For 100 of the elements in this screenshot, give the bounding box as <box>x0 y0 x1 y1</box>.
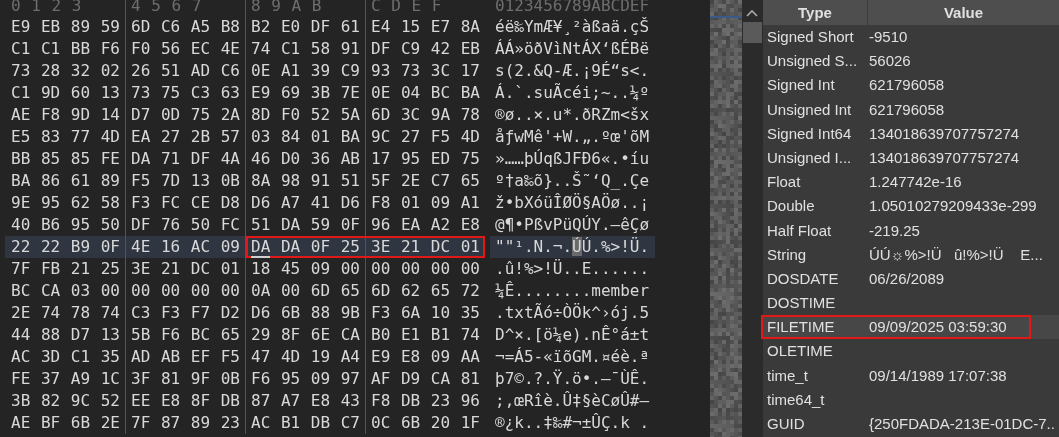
inspector-row[interactable]: Signed Int64 134018639707757274 <box>763 121 1059 146</box>
hex-bytes: EA 27 2B 57 <box>125 126 245 148</box>
hex-row[interactable]: 3B 82 9C 52 EE E8 8F DB 87 A7 E8 43 F8 DB 23 96 ;‚œRîè.Û‡§èCøÛ#– <box>0 390 710 412</box>
hex-row[interactable]: C1 C1 BB F6 F0 56 EC 4E 74 C1 58 91 DF C9 42 EB ÁÁ»öðVìNtÁX‘ßÉBë <box>0 38 710 60</box>
hex-bytes: 73 28 32 02 <box>10 60 121 82</box>
scrollbar[interactable] <box>742 0 762 437</box>
hex-row[interactable]: 44 88 D7 13 5B F6 BC 65 29 8F 6E CA B0 E1 B1 74 D^×.[ö¼e).nÊ°á±t <box>0 324 710 346</box>
scroll-up-icon[interactable] <box>746 9 758 17</box>
hex-bytes: 17 95 ED 75 <box>365 148 485 170</box>
hex-row[interactable]: 9E 95 62 58 F3 FC CE D8 D6 A7 41 D6 F8 01 09 A1 ž•bXóüÎØÖ§AÖø..¡ <box>0 192 710 214</box>
type-label: Signed Int <box>766 75 836 96</box>
value-text: 134018639707757274 <box>868 123 1020 144</box>
column-header: 4 5 6 7 <box>131 0 202 15</box>
hex-row[interactable]: E5 83 77 4D EA 27 2B 57 03 84 01 BA 9C 27 F5 4D åƒwMê'+W.„.ºœ'õM <box>0 126 710 148</box>
column-header[interactable]: Value <box>868 0 1059 25</box>
inspector-row[interactable]: Unsigned I... 134018639707757274 <box>763 145 1059 171</box>
hex-row[interactable]: BB 85 85 FE DA 71 DF 4A 46 D0 36 AB 17 95 ED 75 »……þÚqßJFÐ6«.•íu <box>0 148 710 170</box>
hex-bytes: AE BF 6B 2E <box>10 412 121 434</box>
hex-row[interactable]: AE F8 9D 14 D7 0D 75 2A 8D F0 52 5A 6D 3C 9A 78 ®ø..×.u*.ðRZm<šx <box>0 104 710 126</box>
type-label: time_t <box>766 365 809 386</box>
hex-bytes: 0C 6B 20 1F <box>365 412 485 434</box>
type-label: Unsigned Int <box>766 99 853 120</box>
hex-row[interactable]: 7F FB 21 25 3E 21 DC 01 18 45 09 00 00 00 00 00 .û!%>!Ü..E...... <box>0 258 710 280</box>
hex-bytes: 0E A1 39 C9 <box>245 60 365 82</box>
hex-bytes: BC CA 03 00 <box>10 280 121 302</box>
hex-row[interactable]: AE BF 6B 2E 7F 87 89 23 AC B1 DB C7 0C 6B 20 1F ®¿k..‡‰#¬±ÛÇ.k . <box>0 412 710 434</box>
inspector-row[interactable]: DOSDATE 06/26/2089 <box>763 266 1059 292</box>
hex-bytes: 5F 2E C7 65 <box>365 170 485 192</box>
hex-bytes: E9 69 3B 7E <box>245 82 365 104</box>
inspector-row[interactable]: GUID {250FDADA-213E-01DC-7.. <box>763 412 1059 437</box>
hex-row[interactable]: BC CA 03 00 00 00 00 00 0A 00 6D 65 6D 62 65 72 ¼Ê........member <box>0 280 710 302</box>
column-header[interactable]: Type <box>763 0 868 25</box>
hex-bytes: 2E 74 78 74 <box>10 302 121 324</box>
ascii-text: ÁÁ»öðVìNtÁX‘ßÉBë <box>495 39 650 58</box>
hex-bytes: DA DA 0F 25 <box>245 236 365 258</box>
type-label: Signed Int64 <box>766 123 853 144</box>
inspector-row[interactable]: Double 1.05010279209433e-299 <box>763 194 1059 219</box>
hex-row[interactable]: BA 86 61 89 F5 7D 13 0B 8A 98 91 51 5F 2E C7 65 º†a‰õ}..Š˜‘Q_.Çe <box>0 170 710 192</box>
hex-bytes: BA 86 61 89 <box>10 170 121 192</box>
value-text: -219.25 <box>868 220 920 241</box>
hex-row[interactable]: E9 EB 89 59 6D C6 A5 B8 B2 E0 DF 61 E4 15 E7 8A éë‰YmÆ¥¸²àßaä.çŠ <box>0 16 710 38</box>
inspector-row[interactable]: time64_t <box>763 387 1059 412</box>
hex-bytes: F0 56 EC 4E <box>125 38 245 60</box>
inspector-row[interactable]: Unsigned Int 621796058 <box>763 97 1059 122</box>
hex-bytes: F8 01 09 A1 <box>365 192 485 214</box>
ascii-text: þ7©.?.Ÿ.ö•.—¯ÙÊ. <box>495 369 650 388</box>
hex-bytes: 0A 00 6D 65 <box>245 280 365 302</box>
value-text: {250FDADA-213E-01DC-7.. <box>868 414 1055 434</box>
ascii-text: ®¿k..‡‰#¬±ÛÇ.k . <box>495 413 650 432</box>
hex-bytes: 5B F6 BC 65 <box>125 324 245 346</box>
inspector-row[interactable]: Float 1.247742e-16 <box>763 170 1059 195</box>
hex-bytes: 7F 87 89 23 <box>125 412 245 434</box>
type-label: Double <box>766 196 816 217</box>
hex-bytes: 3E 21 DC 01 <box>125 258 245 280</box>
hex-bytes: D6 A7 41 D6 <box>245 192 365 214</box>
hex-row[interactable]: 22 22 B9 0F 4E 16 AC 09 DA DA 0F 25 3E 21 DC 01 ""¹.N.¬.ÚÚ.%>!Ü. <box>0 236 710 258</box>
hex-bytes: 6D 62 65 72 <box>365 280 485 302</box>
value-text: 56026 <box>868 51 911 72</box>
hex-row[interactable]: 73 28 32 02 26 51 AD C6 0E A1 39 C9 93 73 3C 17 s(2.&Q-Æ.¡9É“s<. <box>0 60 710 82</box>
hex-row[interactable]: 2E 74 78 74 C3 F3 F7 D2 D6 6B 88 9B F3 6A 10 35 .txtÃó÷ÒÖk^›ój.5 <box>0 302 710 324</box>
inspector-row[interactable]: Signed Int 621796058 <box>763 73 1059 98</box>
inspector-row[interactable]: OLETIME <box>763 339 1059 364</box>
hex-bytes: AF D9 CA 81 <box>365 368 485 390</box>
inspector-row[interactable]: String ÚÚ☼%>!Ü û!%>!Ü E... <box>763 242 1059 267</box>
type-label: OLETIME <box>766 341 834 362</box>
scroll-thumb[interactable] <box>742 22 762 43</box>
hex-bytes: 40 B6 95 50 <box>10 214 121 236</box>
ascii-text: Á.`.suÃcéi;~..¼º <box>495 83 650 102</box>
hex-row[interactable]: FE 37 A9 1C 3F 81 9F 0B F6 95 09 97 AF D9 CA 81 þ7©.?.Ÿ.ö•.—¯ÙÊ. <box>0 368 710 390</box>
ascii-text: »……þÚqßJFÐ6«.•íu <box>495 149 650 168</box>
ascii-text: ;‚œRîè.Û‡§èCøÛ#– <box>495 391 650 410</box>
hex-bytes: 87 A7 E8 43 <box>245 390 365 412</box>
inspector-row[interactable]: DOSTIME <box>763 291 1059 316</box>
hex-bytes: 74 C1 58 91 <box>245 38 365 60</box>
hex-bytes: E4 15 E7 8A <box>365 16 485 38</box>
type-label: Float <box>766 172 802 193</box>
hex-bytes: DF C9 42 EB <box>365 38 485 60</box>
type-label: Signed Short <box>766 27 855 47</box>
inspector-row[interactable]: Unsigned S... 56026 <box>763 49 1059 74</box>
hex-bytes: F8 DB 23 96 <box>365 390 485 412</box>
inspector-row[interactable]: Signed Short -9510 <box>763 25 1059 50</box>
type-label: time64_t <box>766 389 826 410</box>
hex-bytes: 46 D0 36 AB <box>245 148 365 170</box>
hex-bytes: B2 E0 DF 61 <box>245 16 365 38</box>
inspector-row[interactable]: FILETIME 09/09/2025 03:59:30 <box>763 315 1059 340</box>
hex-bytes: 0E 04 BC BA <box>365 82 485 104</box>
hex-bytes: 18 45 09 00 <box>245 258 365 280</box>
inspector-row[interactable]: Half Float -219.25 <box>763 218 1059 243</box>
value-text: 621796058 <box>868 75 945 96</box>
hex-bytes: F6 95 09 97 <box>245 368 365 390</box>
hex-row[interactable]: C1 9D 60 13 73 75 C3 63 E9 69 3B 7E 0E 04 BC BA Á.`.suÃcéi;~..¼º <box>0 82 710 104</box>
value-text: ÚÚ☼%>!Ü û!%>!Ü E... <box>868 244 1043 265</box>
inspector-row[interactable]: time_t 09/14/1989 17:07:38 <box>763 363 1059 388</box>
hex-bytes: E9 EB 89 59 <box>10 16 121 38</box>
value-text: 1.247742e-16 <box>868 172 962 193</box>
hex-row[interactable]: AC 3D C1 35 AD AB EF F5 47 4D 19 A4 E9 E8 09 AA ¬=Á5-«ïõGM.¤éè.ª <box>0 346 710 368</box>
hex-bytes: 29 8F 6E CA <box>245 324 365 346</box>
hex-bytes: 73 75 C3 63 <box>125 82 245 104</box>
hex-bytes: 8D F0 52 5A <box>245 104 365 126</box>
hex-bytes: F3 FC CE D8 <box>125 192 245 214</box>
